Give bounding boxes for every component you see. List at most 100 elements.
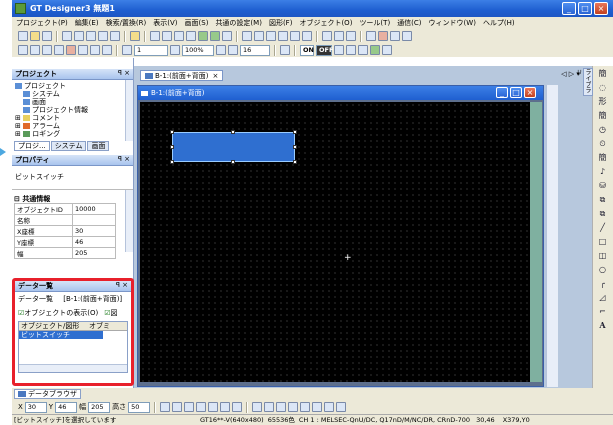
device-icon[interactable] <box>346 31 356 41</box>
comm-icon[interactable] <box>366 31 376 41</box>
window-icon[interactable] <box>222 31 232 41</box>
tree-item-system[interactable]: システム <box>15 90 133 98</box>
minimize-button[interactable]: _ <box>562 2 576 15</box>
tree-item-comment[interactable]: ⊞ コメント <box>15 114 133 122</box>
arrow-left-icon[interactable] <box>30 45 40 55</box>
align-icon[interactable] <box>196 402 207 412</box>
panel-pin-icon[interactable]: ꟼ × <box>118 155 130 163</box>
device-icon[interactable] <box>346 45 356 55</box>
tab-screen-b1[interactable]: B-1:(前面+背面) × <box>140 70 224 81</box>
arc-tool-icon[interactable]: ╭ <box>593 277 612 290</box>
fill-pattern-icon[interactable] <box>288 402 299 412</box>
y-field[interactable]: 46 <box>55 401 78 413</box>
screen-close-button[interactable]: × <box>524 87 536 98</box>
edit-icon[interactable] <box>90 45 100 55</box>
panel-pin-icon[interactable]: ꟼ × <box>116 281 128 289</box>
tab-project[interactable]: プロジ... <box>14 141 50 151</box>
menu-common[interactable]: 共通の設定(M) <box>215 18 262 28</box>
save-icon[interactable] <box>42 31 52 41</box>
zoom-select[interactable]: 100% <box>182 44 214 56</box>
rectangle-tool-icon[interactable]: □ <box>593 235 612 248</box>
polygon-tool-icon[interactable]: ◫ <box>593 249 612 262</box>
menu-edit[interactable]: 編集(E) <box>75 18 99 28</box>
menu-tools[interactable]: ツール(T) <box>359 18 390 28</box>
fit-icon[interactable] <box>170 45 180 55</box>
paste-icon[interactable] <box>78 45 88 55</box>
menu-search[interactable]: 検索/置換(R) <box>106 18 147 28</box>
clock-icon[interactable]: ◷ <box>593 123 612 136</box>
window-icon[interactable]: ⧉ <box>593 207 612 220</box>
data-icon[interactable]: ⛁ <box>593 179 612 192</box>
menu-communication[interactable]: 通信(C) <box>397 18 421 28</box>
screen-icon[interactable] <box>186 31 196 41</box>
layout-icon[interactable] <box>302 31 312 41</box>
menu-screen[interactable]: 画面(S) <box>185 18 209 28</box>
align-icon[interactable] <box>184 402 195 412</box>
comm-icon[interactable] <box>390 31 400 41</box>
close-button[interactable]: × <box>594 2 608 15</box>
menu-help[interactable]: ヘルプ(H) <box>483 18 515 28</box>
layout-icon[interactable] <box>278 31 288 41</box>
bit-switch-object[interactable] <box>172 132 295 162</box>
property-scrollbar[interactable] <box>125 190 133 252</box>
tree-item-alarm[interactable]: ⊞ アラーム <box>15 122 133 130</box>
copy-icon[interactable] <box>74 31 84 41</box>
layer-icon[interactable] <box>122 45 132 55</box>
text-color-icon[interactable] <box>324 402 335 412</box>
fill-color-icon[interactable] <box>300 402 311 412</box>
resize-handle[interactable] <box>293 130 297 134</box>
undo-icon[interactable] <box>98 31 108 41</box>
panel-pin-icon[interactable]: ꟼ × <box>118 69 130 77</box>
layer-field[interactable]: 1 <box>134 44 168 56</box>
menu-figure[interactable]: 図形(F) <box>269 18 293 28</box>
circle-tool-icon[interactable]: ○ <box>593 263 612 276</box>
line-tool-icon[interactable]: ╱ <box>593 221 612 234</box>
line-color-icon[interactable] <box>276 402 287 412</box>
tree-item-screen[interactable]: 画面 <box>15 98 133 106</box>
paste-icon[interactable] <box>86 31 96 41</box>
layout-icon[interactable] <box>266 31 276 41</box>
resize-handle[interactable] <box>293 160 297 164</box>
on-toggle[interactable]: ON <box>300 44 314 56</box>
height-field[interactable]: 50 <box>128 401 151 413</box>
tree-item-project-info[interactable]: プロジェクト情報 <box>15 106 133 114</box>
shape-icon[interactable] <box>18 45 28 55</box>
arrow-icon[interactable] <box>54 45 64 55</box>
screen-maximize-button[interactable]: □ <box>510 87 522 98</box>
sector-tool-icon[interactable]: ◿ <box>593 291 612 304</box>
device-icon[interactable] <box>334 31 344 41</box>
data-list-row-selected[interactable]: ビットスイッチ <box>19 331 103 339</box>
arrow-right-icon[interactable] <box>42 45 52 55</box>
align-icon[interactable] <box>160 402 171 412</box>
timer-icon[interactable]: ⏲ <box>593 137 612 150</box>
show-shape-label[interactable]: 図 <box>111 308 118 318</box>
redo-icon[interactable] <box>110 31 120 41</box>
text-style-icon[interactable] <box>336 402 347 412</box>
layout-icon[interactable] <box>242 31 252 41</box>
device-icon[interactable] <box>382 45 392 55</box>
line-width-icon[interactable] <box>264 402 275 412</box>
resize-handle[interactable] <box>231 130 235 134</box>
maximize-button[interactable]: □ <box>578 2 592 15</box>
device-icon[interactable] <box>334 45 344 55</box>
tool-button[interactable]: 簡 <box>593 109 612 122</box>
grid-icon[interactable] <box>66 45 76 55</box>
select-icon[interactable] <box>130 31 140 41</box>
zoom-out-icon[interactable] <box>228 45 238 55</box>
font-size-field[interactable]: 16 <box>240 44 270 56</box>
screen-minimize-button[interactable]: _ <box>496 87 508 98</box>
menu-view[interactable]: 表示(V) <box>153 18 177 28</box>
screen-icon[interactable] <box>162 31 172 41</box>
editor-scrollbar[interactable] <box>546 85 558 387</box>
align-icon[interactable] <box>220 402 231 412</box>
device-icon[interactable] <box>358 45 368 55</box>
align-icon[interactable] <box>208 402 219 412</box>
layout-icon[interactable] <box>254 31 264 41</box>
open-icon[interactable] <box>30 31 40 41</box>
column-header-object[interactable]: オブジェクト/図形 <box>19 321 89 331</box>
tab-close-icon[interactable]: × <box>212 72 218 80</box>
align-icon[interactable] <box>172 402 183 412</box>
tool-button[interactable]: 形 <box>593 95 612 108</box>
line-style-icon[interactable] <box>252 402 263 412</box>
menu-window[interactable]: ウィンドウ(W) <box>429 18 476 28</box>
